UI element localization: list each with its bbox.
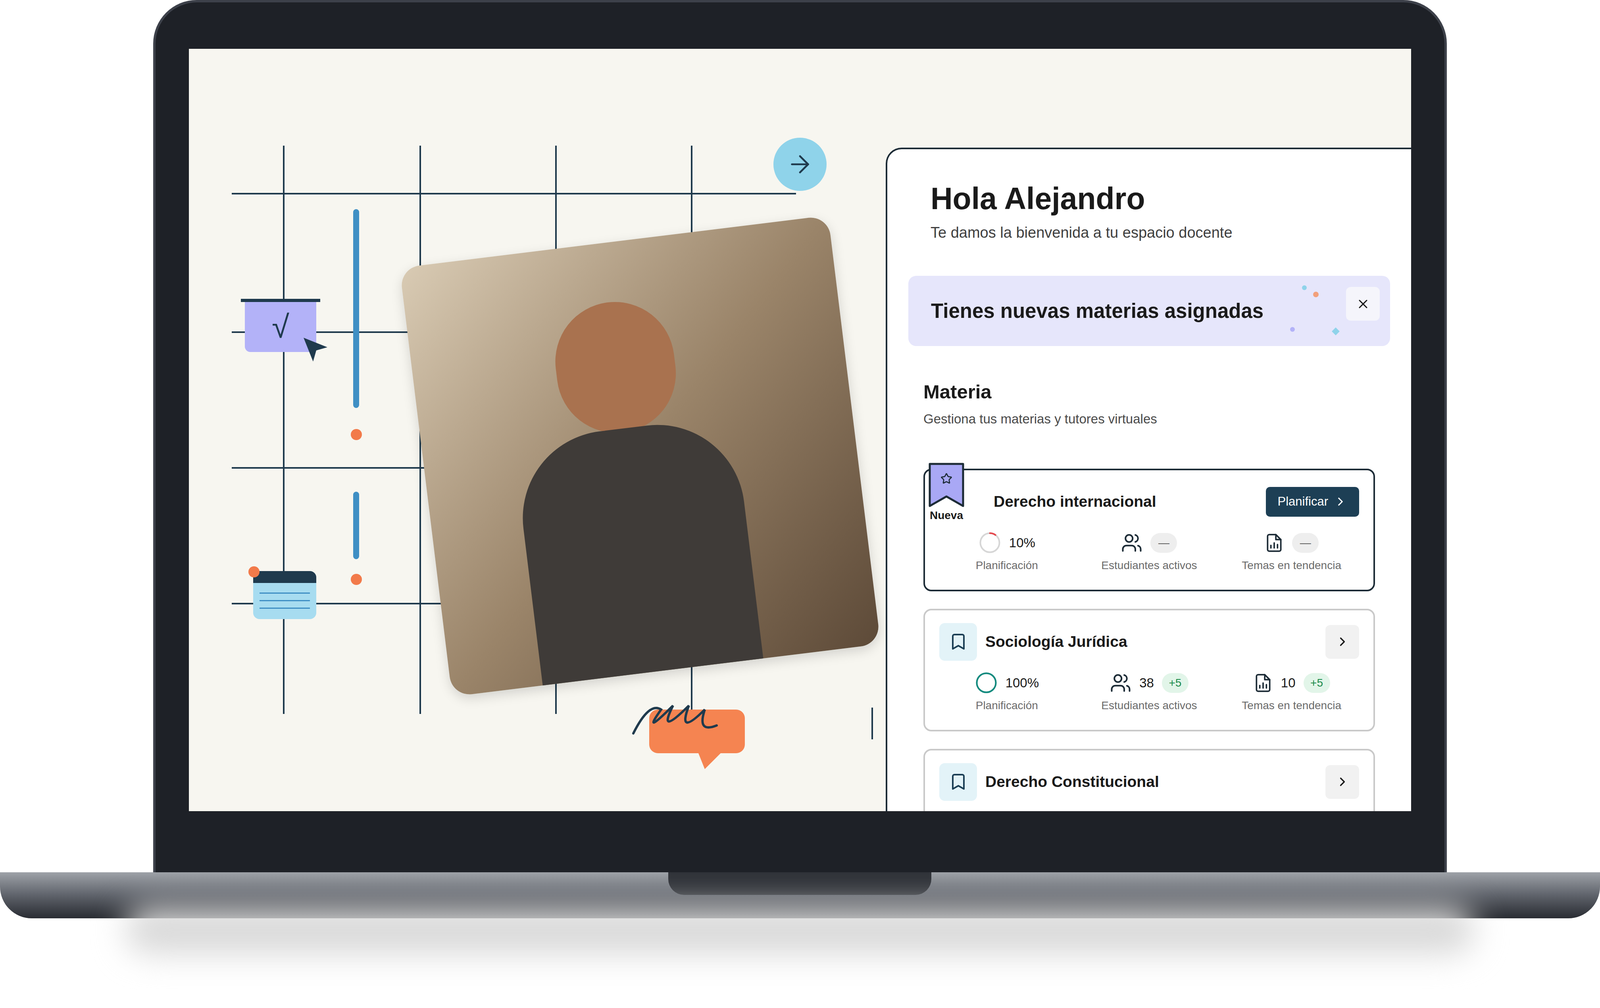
- stat-label: Temas en tendencia: [1241, 557, 1342, 574]
- open-button[interactable]: [1325, 765, 1360, 799]
- chevron-right-icon: [1335, 634, 1350, 649]
- arrow-right-icon: [786, 150, 814, 179]
- math-symbol: √: [271, 311, 290, 343]
- students-icon: [1121, 532, 1143, 554]
- greeting-subtitle: Te damos la bienvenida a tu espacio doce…: [930, 221, 1412, 245]
- base-notch: [668, 872, 932, 895]
- accent-bar: [353, 491, 360, 560]
- chat-bubble: [649, 701, 745, 768]
- chevron-right-icon: [1333, 494, 1348, 509]
- cursor-icon: [300, 334, 333, 367]
- subject-card[interactable]: Sociología Jurídica 100% Planificación 38 +5…: [923, 608, 1375, 732]
- subject-stat: — Estudiantes activos: [1078, 530, 1221, 574]
- stat-value: 100%: [1005, 673, 1039, 693]
- stat-value: 10%: [1009, 532, 1036, 553]
- bookmark-box: [939, 623, 977, 661]
- grid-line: [282, 145, 285, 714]
- greeting: Hola Alejandro Te damos la bienvenida a t…: [887, 149, 1412, 245]
- subject-card[interactable]: Nueva Derecho internacionalPlanificar 10% P…: [923, 468, 1375, 592]
- plan-button[interactable]: Planificar: [1265, 486, 1360, 517]
- subject-card[interactable]: Derecho Constitucional: [923, 748, 1375, 812]
- vertical-connector: [871, 707, 874, 740]
- bookmark-icon: [948, 772, 968, 792]
- stat-label: Estudiantes activos: [1101, 697, 1197, 714]
- teacher-photo: [399, 215, 881, 697]
- math-card: √: [244, 298, 317, 352]
- grid-line: [231, 192, 797, 195]
- screen: √ Hola Alejandro Te damos la bienvenida a …: [188, 48, 1412, 812]
- assignment-banner: Tienes nuevas materias asignadas: [908, 275, 1391, 347]
- bookmark-box: [939, 763, 977, 801]
- banner-text: Tienes nuevas materias asignadas: [930, 296, 1264, 327]
- subject-name: Sociología Jurídica: [985, 630, 1326, 654]
- subject-stat: 10% Planificación: [935, 530, 1079, 574]
- close-button[interactable]: [1346, 286, 1380, 321]
- new-badge: Nueva: [926, 462, 967, 522]
- stat-pill: —: [1150, 532, 1177, 553]
- subject-stats: 100% Planificación 38 +5 Estudiantes activos…: [925, 671, 1374, 714]
- progress-ring-icon: [978, 531, 1002, 554]
- accent-bar: [353, 209, 360, 408]
- progress-ring-icon: [975, 671, 998, 695]
- note-card: [253, 571, 317, 620]
- greeting-title: Hola Alejandro: [930, 180, 1412, 217]
- subject-stat: 10 +5 Temas en tendencia: [1220, 671, 1363, 714]
- bookmark-icon: [948, 632, 968, 652]
- stat-label: Planificación: [975, 557, 1039, 574]
- stat-label: Temas en tendencia: [1241, 697, 1342, 714]
- students-icon: [1109, 672, 1132, 694]
- subject-stats: 10% Planificación — Estudiantes activos — Tem…: [925, 530, 1374, 574]
- badge-label: Nueva: [929, 509, 964, 522]
- star-icon: [940, 472, 953, 485]
- file-chart-icon: [1253, 671, 1274, 695]
- stat-pill: +5: [1161, 673, 1189, 693]
- laptop-shadow: [125, 906, 1475, 954]
- teacher-panel: Hola Alejandro Te damos la bienvenida a t…: [885, 147, 1412, 812]
- section-title: Materia: [923, 380, 1375, 404]
- accent-dot: [350, 573, 362, 585]
- subject-stat: 38 +5 Estudiantes activos: [1078, 671, 1221, 714]
- bubble-tail-icon: [696, 749, 729, 774]
- ribbon-icon: [928, 462, 965, 509]
- stat-pill: +5: [1303, 673, 1331, 693]
- stat-pill: —: [1292, 532, 1319, 553]
- section-subtitle: Gestiona tus materias y tutores virtuale…: [923, 409, 1375, 429]
- subject-list: Nueva Derecho internacionalPlanificar 10% P…: [923, 468, 1375, 812]
- page: √ Hola Alejandro Te damos la bienvenida a …: [0, 0, 1600, 1008]
- accent-dot: [350, 428, 362, 441]
- stat-label: Planificación: [975, 697, 1039, 714]
- open-button[interactable]: [1325, 625, 1360, 659]
- file-chart-icon: [1264, 531, 1285, 554]
- laptop-lid: √ Hola Alejandro Te damos la bienvenida a …: [153, 0, 1447, 873]
- chevron-right-icon: [1335, 774, 1350, 789]
- arrow-button[interactable]: [773, 137, 827, 191]
- close-icon: [1355, 296, 1371, 312]
- squiggle-icon: [625, 693, 729, 742]
- subject-stat: 100% Planificación: [935, 671, 1079, 714]
- stat-label: Estudiantes activos: [1101, 557, 1197, 574]
- illustration: √: [188, 48, 886, 812]
- subject-name: Derecho internacional: [993, 490, 1266, 514]
- stat-value: 10: [1280, 673, 1296, 693]
- subjects-section: Materia Gestiona tus materias y tutores v…: [887, 380, 1412, 812]
- note-dot: [248, 566, 260, 578]
- stat-value: 38: [1139, 673, 1154, 693]
- subject-stat: — Temas en tendencia: [1220, 530, 1363, 574]
- subject-name: Derecho Constitucional: [985, 770, 1326, 794]
